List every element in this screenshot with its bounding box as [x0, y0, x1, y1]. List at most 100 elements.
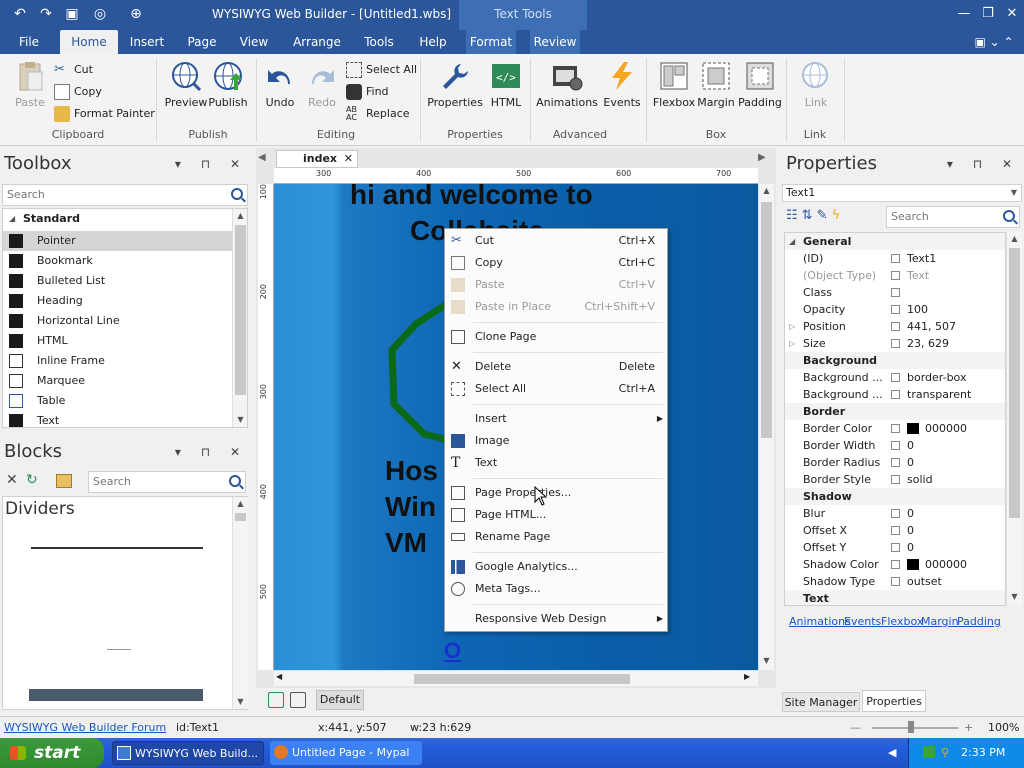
- property-checkbox[interactable]: [891, 373, 900, 382]
- redo-button[interactable]: Redo: [296, 60, 348, 122]
- property-checkbox[interactable]: [891, 322, 900, 331]
- link-button[interactable]: Link: [790, 60, 842, 122]
- toolbox-item-table[interactable]: Table: [3, 391, 233, 411]
- tab-file[interactable]: File: [8, 30, 50, 54]
- scroll-up-icon[interactable]: ▲: [1007, 232, 1022, 246]
- zoom-out-button[interactable]: —: [850, 721, 861, 734]
- tab-tools[interactable]: Tools: [358, 30, 400, 54]
- page-text-hos[interactable]: Hos: [385, 454, 438, 488]
- properties-button[interactable]: Properties: [426, 60, 484, 122]
- color-swatch[interactable]: [907, 559, 919, 570]
- page-text-win[interactable]: Win: [385, 490, 436, 524]
- property-checkbox[interactable]: [891, 424, 900, 433]
- properties-search-input[interactable]: Search: [886, 206, 1020, 228]
- restore-button[interactable]: ❐: [976, 4, 1000, 24]
- divider-preview-bar[interactable]: [29, 689, 203, 701]
- property-row[interactable]: ▷ Size 23, 629: [785, 335, 1005, 352]
- property-checkbox[interactable]: [891, 271, 900, 280]
- toolbox-item-bookmark[interactable]: Bookmark: [3, 251, 233, 271]
- property-row[interactable]: ▷ Position 441, 507: [785, 318, 1005, 335]
- add-layer-icon[interactable]: [268, 692, 284, 708]
- property-checkbox[interactable]: [891, 339, 900, 348]
- find-button[interactable]: Find: [346, 82, 389, 102]
- forum-link[interactable]: WYSIWYG Web Builder Forum: [4, 721, 166, 734]
- property-checkbox[interactable]: [891, 526, 900, 535]
- redo-quick-icon[interactable]: ↷: [36, 4, 56, 24]
- html-button[interactable]: </> HTML: [480, 60, 532, 122]
- tab-insert[interactable]: Insert: [124, 30, 170, 54]
- replace-button[interactable]: AB AC Replace: [346, 104, 410, 124]
- layout-menu-icon[interactable]: ▣ ⌄ ⌃: [970, 30, 1018, 54]
- divider-preview-line[interactable]: [31, 547, 203, 549]
- events-lightning-icon[interactable]: ϟ: [831, 208, 844, 223]
- wrench-icon[interactable]: ✎: [817, 208, 832, 223]
- category-border[interactable]: Border: [785, 403, 1005, 420]
- scroll-up-icon[interactable]: ▲: [233, 209, 247, 223]
- menu-item-meta-tags[interactable]: Meta Tags...: [445, 578, 667, 600]
- property-row[interactable]: Offset Y0: [785, 539, 1005, 556]
- toolbox-item-horizontal-line[interactable]: Horizontal Line: [3, 311, 233, 331]
- minimize-button[interactable]: —: [952, 4, 976, 24]
- start-button[interactable]: start: [0, 738, 104, 768]
- tab-review[interactable]: Review: [530, 30, 580, 54]
- tab-format[interactable]: Format: [466, 30, 516, 54]
- toolbox-item-bulleted-list[interactable]: Bulleted List: [3, 271, 233, 291]
- divider-preview-small[interactable]: [107, 649, 131, 650]
- property-row[interactable]: Border Radius 0: [785, 454, 1005, 471]
- property-row[interactable]: Background ... transparent: [785, 386, 1005, 403]
- panel-controls[interactable]: ▾ ⊓ ✕: [947, 150, 1020, 178]
- properties-scrollbar[interactable]: ▲ ▼: [1006, 232, 1022, 606]
- scroll-thumb[interactable]: [761, 202, 772, 438]
- toolbox-item-heading[interactable]: Heading: [3, 291, 233, 311]
- toolbox-item-text[interactable]: Text: [3, 411, 233, 427]
- property-checkbox[interactable]: [891, 458, 900, 467]
- category-text[interactable]: Text: [785, 590, 1005, 605]
- toolbox-category[interactable]: ◢ Standard: [3, 209, 233, 229]
- menu-item-page-html[interactable]: Page HTML...: [445, 504, 667, 526]
- menu-item-image[interactable]: Image: [445, 430, 667, 452]
- blocks-search-input[interactable]: Search: [88, 471, 246, 493]
- events-button[interactable]: Events: [596, 60, 648, 122]
- menu-item-paste-in-place[interactable]: Paste in Place Ctrl+Shift+V: [445, 296, 667, 318]
- tab-properties[interactable]: Properties: [862, 690, 926, 712]
- property-checkbox[interactable]: [891, 390, 900, 399]
- save-quick-icon[interactable]: ▣: [62, 4, 82, 24]
- scroll-thumb[interactable]: [235, 513, 246, 521]
- taskbar-item-mypal[interactable]: Untitled Page - Mypal: [270, 741, 422, 765]
- tab-view[interactable]: View: [234, 30, 274, 54]
- canvas-vertical-scrollbar[interactable]: ▲ ▼: [758, 184, 774, 670]
- property-row[interactable]: Offset X0: [785, 522, 1005, 539]
- menu-item-cut[interactable]: ✂ Cut Ctrl+X: [445, 230, 667, 252]
- scroll-down-icon[interactable]: ▼: [233, 413, 247, 427]
- menu-item-delete[interactable]: ✕ Delete Delete: [445, 356, 667, 378]
- scroll-right-icon[interactable]: ▶: [744, 672, 750, 681]
- menu-item-google-analytics[interactable]: Google Analytics...: [445, 556, 667, 578]
- object-selector-dropdown[interactable]: Text1 ▼: [782, 184, 1022, 202]
- panel-controls[interactable]: ▾ ⊓ ✕: [175, 150, 248, 178]
- property-checkbox[interactable]: [891, 560, 900, 569]
- scroll-up-icon[interactable]: ▲: [759, 184, 774, 198]
- property-row[interactable]: (Object Type) Text: [785, 267, 1005, 284]
- scroll-down-icon[interactable]: ▼: [759, 654, 774, 668]
- close-tab-icon[interactable]: ✕: [344, 151, 353, 167]
- paste-button[interactable]: Paste: [4, 60, 56, 122]
- scroll-down-icon[interactable]: ▼: [233, 695, 248, 709]
- menu-item-copy[interactable]: Copy Ctrl+C: [445, 252, 667, 274]
- category-background[interactable]: Background: [785, 352, 1005, 369]
- link-margin[interactable]: Margin: [921, 615, 959, 628]
- scroll-thumb[interactable]: [235, 225, 246, 395]
- property-row[interactable]: Class: [785, 284, 1005, 301]
- link-events[interactable]: Events: [844, 615, 881, 628]
- tab-scroll-left-icon[interactable]: ◀: [258, 152, 266, 163]
- animations-button[interactable]: Animations: [536, 60, 598, 122]
- property-checkbox[interactable]: [891, 475, 900, 484]
- property-row[interactable]: (ID) Text1: [785, 250, 1005, 267]
- menu-item-page-properties[interactable]: Page Properties...: [445, 482, 667, 504]
- padding-button[interactable]: Padding: [734, 60, 786, 122]
- panel-controls[interactable]: ▾ ⊓ ✕: [175, 438, 248, 466]
- toolbox-item-marquee[interactable]: Marquee: [3, 371, 233, 391]
- property-row[interactable]: Shadow Color 000000: [785, 556, 1005, 573]
- select-all-button[interactable]: Select All: [346, 60, 417, 80]
- scroll-thumb[interactable]: [414, 674, 630, 684]
- canvas-horizontal-scrollbar[interactable]: ◀ ▶: [274, 670, 758, 686]
